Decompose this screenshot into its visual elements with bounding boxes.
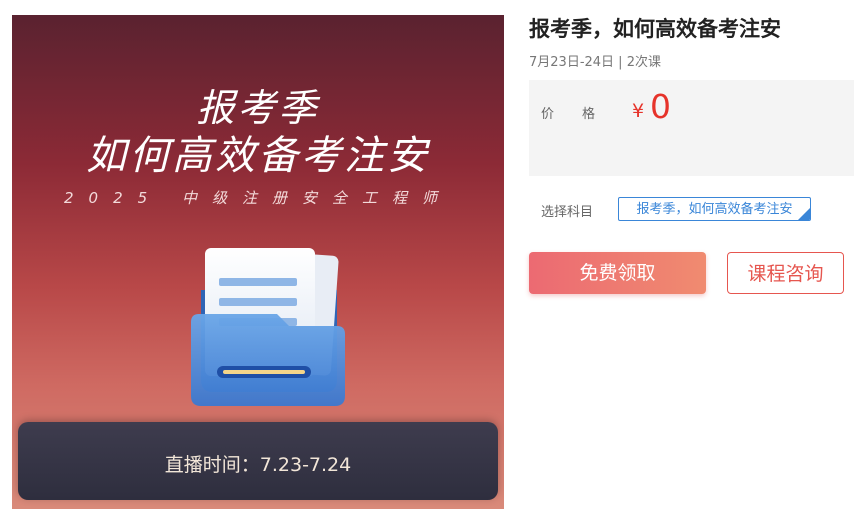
price-label-char-2: 格 bbox=[582, 107, 596, 122]
currency-symbol: ¥ bbox=[632, 100, 645, 122]
course-consult-button[interactable]: 课程咨询 bbox=[727, 252, 844, 294]
price-label: 价格 bbox=[541, 103, 595, 122]
live-time-bar: 直播时间：7.23-7.24 bbox=[18, 422, 498, 500]
folder-document-icon bbox=[191, 248, 345, 406]
subject-option-selected[interactable]: 报考季，如何高效备考注安 bbox=[618, 197, 811, 221]
price-label-char-1: 价 bbox=[541, 107, 555, 122]
banner-subtitle: 2025 中级注册安全工程师 bbox=[64, 189, 452, 207]
free-claim-button[interactable]: 免费领取 bbox=[529, 252, 706, 294]
price-box: 价格 ¥ 0 bbox=[529, 80, 854, 176]
live-time-text: 直播时间：7.23-7.24 bbox=[164, 454, 352, 476]
banner-title-line2: 如何高效备考注安 bbox=[86, 133, 430, 179]
subject-label: 选择科目 bbox=[541, 205, 594, 220]
course-title: 报考季，如何高效备考注安 bbox=[529, 17, 781, 41]
subject-option-label: 报考季，如何高效备考注安 bbox=[636, 202, 793, 217]
course-meta: 7月23日-24日 | 2次课 bbox=[529, 55, 661, 70]
course-banner: 报考季 如何高效备考注安 2025 中级注册安全工程师 直播时间：7.23-7.… bbox=[12, 15, 504, 509]
price-value: 0 bbox=[650, 87, 671, 126]
check-icon bbox=[798, 208, 810, 220]
